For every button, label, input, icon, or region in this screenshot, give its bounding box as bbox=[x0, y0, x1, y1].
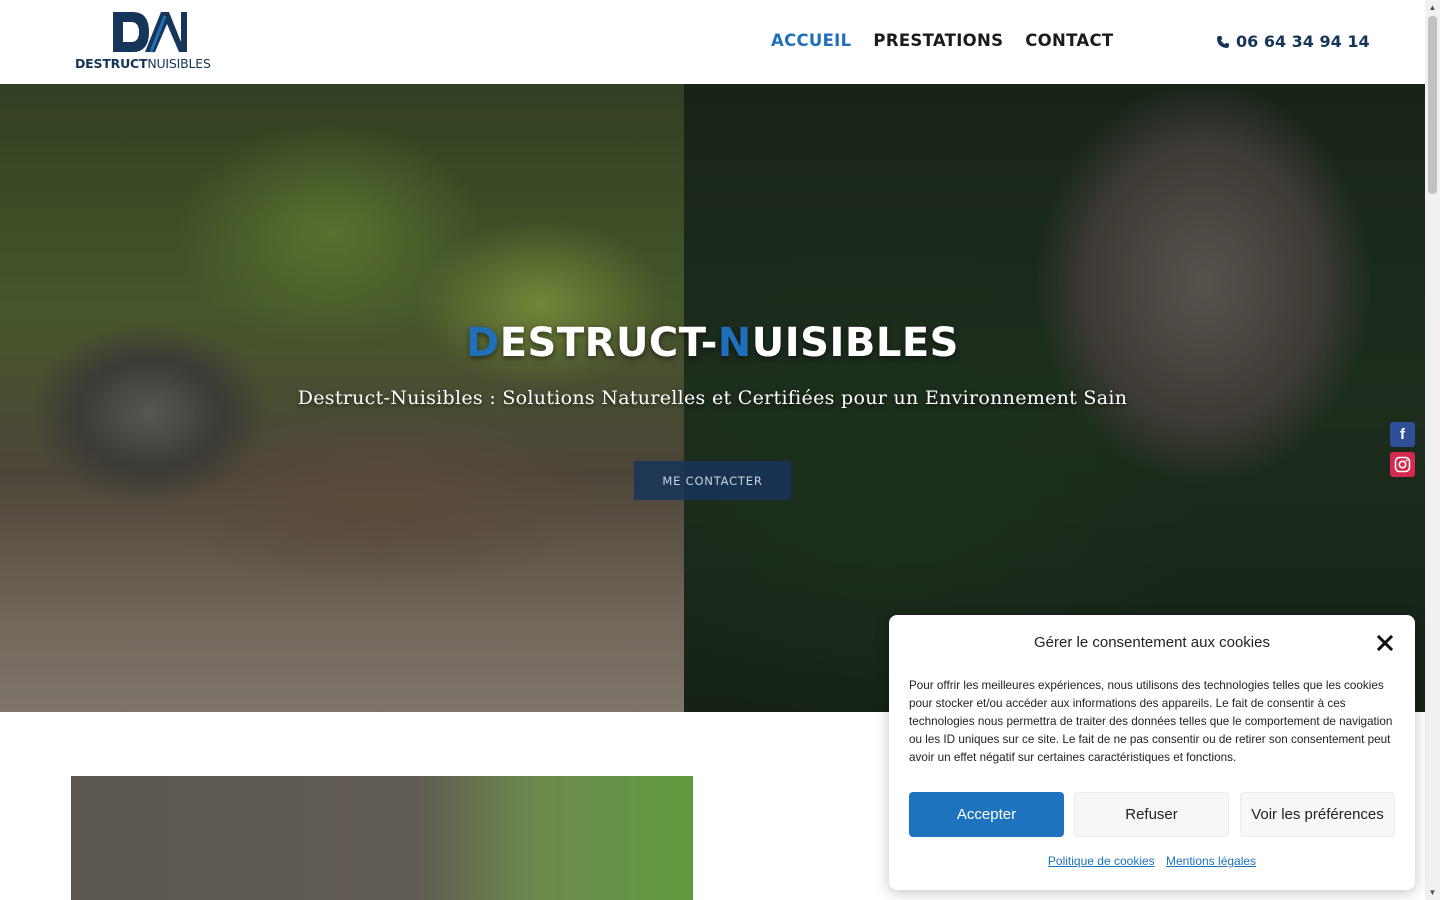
scroll-down-icon[interactable]: ▼ bbox=[1428, 888, 1437, 897]
logo-mark-icon bbox=[113, 12, 187, 53]
phone-link[interactable]: 06 64 34 94 14 bbox=[1216, 32, 1370, 51]
instagram-icon[interactable] bbox=[1390, 452, 1415, 477]
hero-title: DESTRUCT-NUISIBLES bbox=[466, 320, 959, 366]
contact-cta-button[interactable]: ME CONTACTER bbox=[634, 461, 791, 500]
page: DESTRUCTNUISIBLES ACCUEIL PRESTATIONS CO… bbox=[0, 0, 1440, 900]
logo-wordmark: DESTRUCTNUISIBLES bbox=[75, 56, 211, 71]
cookie-title: Gérer le consentement aux cookies bbox=[1034, 634, 1270, 651]
instagram-glyph bbox=[1394, 456, 1411, 473]
close-icon[interactable] bbox=[1376, 634, 1394, 652]
logo[interactable]: DESTRUCTNUISIBLES bbox=[75, 10, 227, 72]
cookie-text: Pour offrir les meilleures expériences, … bbox=[909, 679, 1393, 764]
legal-notice-link[interactable]: Mentions légales bbox=[1166, 854, 1256, 868]
nav-item-prestations[interactable]: PRESTATIONS bbox=[873, 31, 1003, 50]
phone-number: 06 64 34 94 14 bbox=[1236, 32, 1370, 51]
phone-icon bbox=[1217, 35, 1230, 48]
facebook-glyph: f bbox=[1400, 426, 1405, 443]
refuse-button[interactable]: Refuser bbox=[1074, 792, 1229, 837]
cookie-links: Politique de cookies Mentions légales bbox=[889, 854, 1415, 868]
preferences-button[interactable]: Voir les préférences bbox=[1240, 792, 1395, 837]
page-scrollbar[interactable]: ▲ ▼ bbox=[1425, 0, 1440, 900]
nav-item-contact[interactable]: CONTACT bbox=[1025, 31, 1113, 50]
facebook-icon[interactable]: f bbox=[1390, 422, 1415, 447]
site-header: DESTRUCTNUISIBLES ACCUEIL PRESTATIONS CO… bbox=[0, 0, 1425, 84]
cookie-consent-dialog: Gérer le consentement aux cookies Pour o… bbox=[889, 615, 1415, 890]
accept-button[interactable]: Accepter bbox=[909, 792, 1064, 837]
nav-item-accueil[interactable]: ACCUEIL bbox=[771, 31, 851, 50]
hero-subtitle: Destruct-Nuisibles : Solutions Naturelle… bbox=[297, 387, 1128, 409]
main-nav: ACCUEIL PRESTATIONS CONTACT bbox=[771, 31, 1113, 50]
scroll-up-icon[interactable]: ▲ bbox=[1428, 3, 1437, 12]
content-image bbox=[71, 776, 693, 900]
cookie-policy-link[interactable]: Politique de cookies bbox=[1048, 854, 1155, 868]
scrollbar-thumb[interactable] bbox=[1428, 16, 1437, 194]
